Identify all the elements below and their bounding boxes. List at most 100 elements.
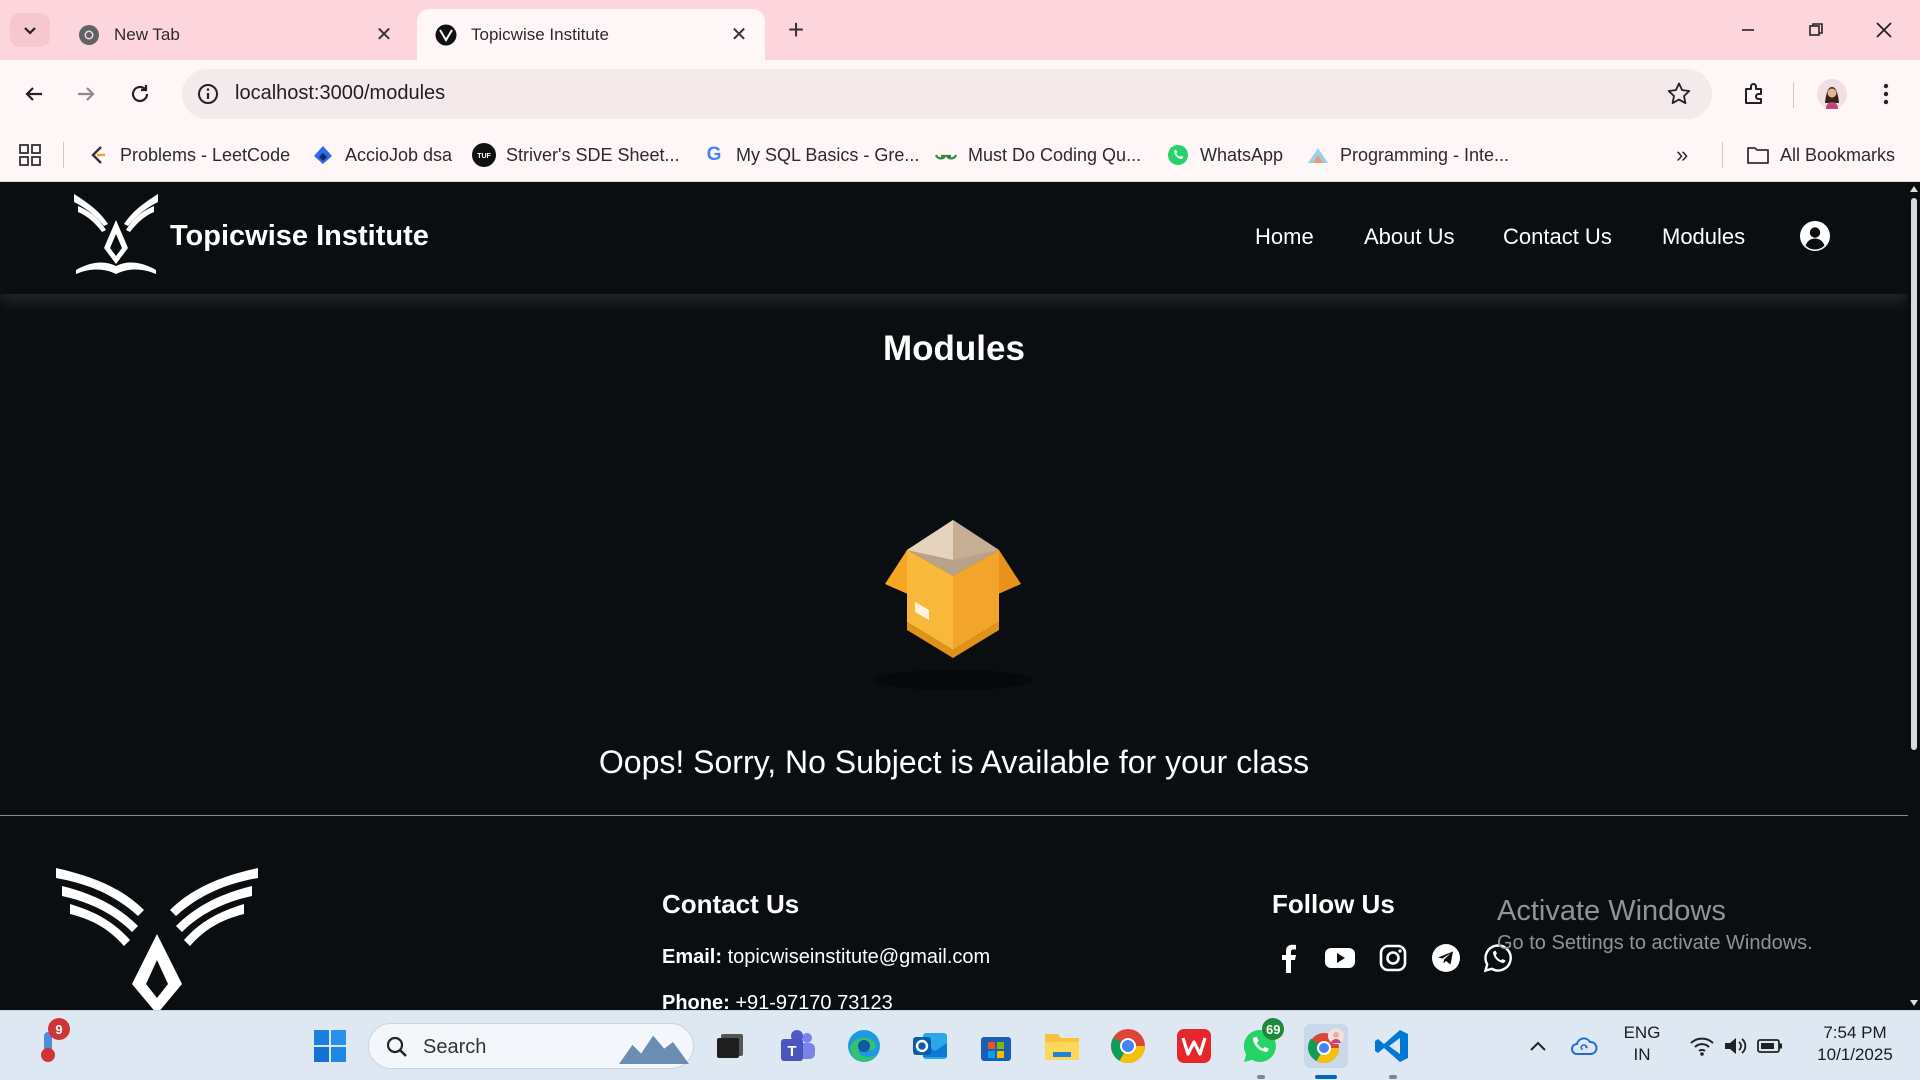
nav-about-us[interactable]: About Us	[1364, 224, 1455, 250]
phone-label: Phone:	[662, 992, 730, 1010]
profile-avatar[interactable]	[1816, 78, 1848, 110]
running-app-indicator	[1257, 1075, 1265, 1079]
bookmark-acciojob[interactable]: AccioJob dsa	[311, 140, 452, 170]
bookmark-label: Must Do Coding Qu...	[968, 144, 1142, 165]
arrow-left-icon	[25, 87, 42, 101]
nav-modules[interactable]: Modules	[1662, 224, 1745, 250]
clock-date: 10/1/2025	[1817, 1045, 1893, 1064]
apps-button[interactable]	[18, 140, 42, 170]
extensions-button[interactable]	[1738, 78, 1770, 110]
chevron-up-icon	[1530, 1041, 1546, 1051]
tab-topicwise-institute[interactable]: Topicwise Institute ✕	[417, 9, 765, 60]
bookmark-label: Striver's SDE Sheet...	[506, 144, 680, 165]
browser-menu-button[interactable]	[1870, 78, 1902, 110]
taskbar-search[interactable]: Search	[368, 1023, 694, 1069]
teams-app[interactable]: T	[776, 1024, 820, 1068]
minimize-button[interactable]	[1728, 12, 1768, 48]
telegram-icon[interactable]	[1430, 942, 1462, 974]
bookmark-star-icon[interactable]	[1666, 81, 1692, 107]
onedrive-button[interactable]	[1562, 1024, 1606, 1068]
region-code: IN	[1633, 1045, 1651, 1064]
nav-home[interactable]: Home	[1255, 224, 1314, 250]
chrome-profile-app-active[interactable]	[1304, 1024, 1348, 1068]
back-button[interactable]	[14, 74, 54, 114]
all-bookmarks-button[interactable]: All Bookmarks	[1746, 140, 1895, 170]
edge-app[interactable]	[842, 1024, 886, 1068]
email-label: Email:	[662, 946, 723, 968]
chrome-icon	[79, 24, 99, 45]
new-tab-button[interactable]: +	[780, 14, 812, 46]
scroll-thumb[interactable]	[1911, 198, 1917, 750]
url-text[interactable]: localhost:3000/modules	[235, 82, 445, 105]
show-hidden-icons-button[interactable]	[1516, 1024, 1560, 1068]
double-chevron-right-icon: »	[1676, 142, 1689, 167]
close-tab-icon[interactable]: ✕	[729, 24, 749, 46]
weather-widget[interactable]: 9	[26, 1018, 70, 1068]
nav-contact-us[interactable]: Contact Us	[1503, 224, 1612, 250]
footer-logo	[56, 868, 258, 1010]
acciojob-icon	[311, 143, 335, 167]
brand-name[interactable]: Topicwise Institute	[170, 220, 429, 253]
bookmarks-bar: Problems - LeetCode AccioJob dsa TUF Str…	[0, 128, 1920, 182]
tab-new-tab[interactable]: New Tab ✕	[60, 9, 410, 60]
bookmark-striver[interactable]: TUF Striver's SDE Sheet...	[472, 140, 680, 170]
microsoft-store-app[interactable]	[974, 1024, 1018, 1068]
footer-divider	[0, 815, 1908, 816]
outlook-app[interactable]	[908, 1024, 952, 1068]
start-button[interactable]	[308, 1024, 352, 1068]
wps-office-app[interactable]	[1172, 1024, 1216, 1068]
whatsapp-app[interactable]: 69	[1238, 1018, 1285, 1068]
youtube-icon[interactable]	[1324, 942, 1356, 974]
task-view-button[interactable]	[708, 1024, 752, 1068]
close-tab-icon[interactable]: ✕	[374, 24, 394, 46]
wifi-icon	[1690, 1037, 1714, 1056]
chrome-app[interactable]	[1106, 1024, 1150, 1068]
email-value[interactable]: topicwiseinstitute@gmail.com	[728, 946, 991, 968]
whatsapp-badge: 69	[1262, 1018, 1285, 1040]
svg-text:TUF: TUF	[477, 153, 491, 160]
bookmark-label: My SQL Basics - Gre...	[736, 144, 920, 165]
forward-button[interactable]	[66, 74, 106, 114]
phone-value[interactable]: +91-97170 73123	[735, 992, 892, 1010]
bookmark-programming[interactable]: Programming - Inte...	[1306, 140, 1509, 170]
active-app-indicator	[1315, 1075, 1337, 1079]
whatsapp-icon[interactable]	[1482, 942, 1514, 974]
page-scrollbar[interactable]	[1908, 182, 1920, 1010]
instagram-icon[interactable]	[1377, 942, 1409, 974]
facebook-icon[interactable]	[1272, 942, 1304, 974]
leetcode-icon	[86, 143, 110, 167]
watermark-title: Activate Windows	[1497, 895, 1726, 927]
scroll-up-arrow[interactable]	[1910, 186, 1918, 192]
bookmark-mysql-basics[interactable]: G My SQL Basics - Gre...	[702, 140, 920, 170]
vscode-app[interactable]	[1370, 1024, 1414, 1068]
arrow-right-icon	[78, 87, 95, 101]
footer-follow-heading: Follow Us	[1272, 889, 1395, 919]
bookmark-leetcode[interactable]: Problems - LeetCode	[86, 140, 290, 170]
site-info-icon[interactable]	[196, 82, 220, 106]
institute-logo[interactable]	[70, 190, 162, 276]
toolbar-divider	[1793, 82, 1794, 108]
close-window-button[interactable]	[1864, 12, 1904, 48]
bookmark-whatsapp[interactable]: WhatsApp	[1166, 140, 1283, 170]
address-bar[interactable]: localhost:3000/modules	[182, 69, 1712, 119]
geeksforgeeks-icon	[934, 143, 958, 167]
clock-time: 7:54 PM	[1823, 1023, 1887, 1042]
chrome-icon	[1111, 1029, 1145, 1063]
bookmarks-divider	[63, 142, 64, 168]
site-favicon-icon	[435, 24, 457, 45]
clock[interactable]: 7:54 PM 10/1/2025	[1800, 1023, 1910, 1065]
reload-button[interactable]	[120, 74, 160, 114]
search-label: Search	[423, 1036, 487, 1058]
scroll-down-arrow[interactable]	[1910, 1000, 1918, 1006]
more-bookmarks-button[interactable]: »	[1676, 140, 1688, 170]
tab-search-button[interactable]	[10, 13, 50, 47]
site-header: Topicwise Institute Home About Us Contac…	[0, 182, 1908, 294]
file-explorer-app[interactable]	[1040, 1024, 1084, 1068]
puzzle-icon	[1745, 83, 1762, 104]
language-indicator[interactable]: ENG IN	[1618, 1023, 1666, 1065]
bookmark-must-do-coding[interactable]: Must Do Coding Qu...	[934, 140, 1141, 170]
vscode-icon	[1375, 1030, 1408, 1062]
restore-button[interactable]	[1796, 12, 1836, 48]
quick-settings-button[interactable]	[1676, 1024, 1796, 1068]
user-account-icon[interactable]	[1799, 220, 1831, 252]
